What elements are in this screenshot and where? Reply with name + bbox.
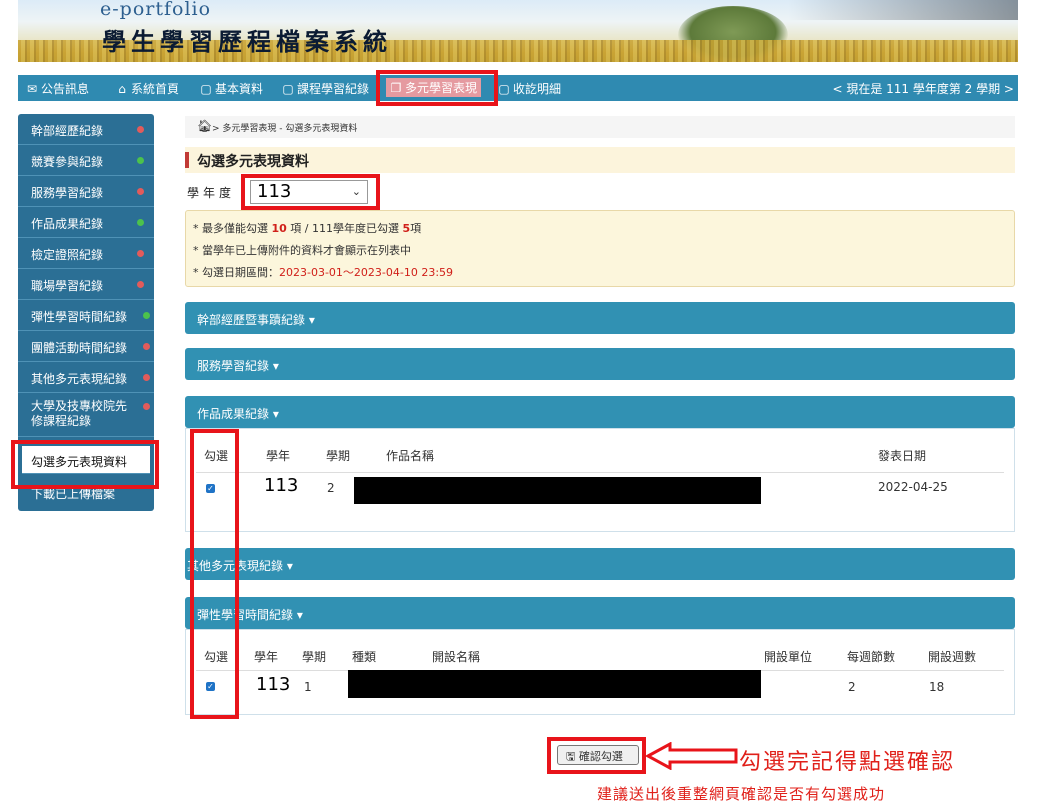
row-weekly: 2 — [848, 680, 856, 694]
status-dot — [143, 374, 150, 381]
sidebar-item-competition[interactable]: 競賽參與紀錄 — [18, 145, 154, 176]
panel-works[interactable]: 作品成果紀錄 ▾ — [185, 396, 1015, 428]
file-icon: ▢ — [498, 82, 510, 96]
works-table: 勾選 學年 學期 作品名稱 發表日期 ✓ 113 2 2022-04-25 — [185, 428, 1015, 532]
nav-announcements[interactable]: ✉ 公告訊息 — [26, 80, 89, 97]
nav-home[interactable]: ⌂ 系統首頁 — [116, 80, 179, 97]
megaphone-icon: ✉ — [26, 82, 38, 96]
page-title-bar: 勾選多元表現資料 — [185, 147, 1015, 173]
col-header-unit: 開設單位 — [764, 650, 813, 664]
status-dot — [137, 250, 144, 257]
col-header-term: 學期 — [302, 650, 327, 664]
status-dot — [137, 281, 144, 288]
highlight-checkboxes — [190, 429, 239, 719]
banner-sky — [788, 0, 1018, 20]
row-year: 113 — [256, 674, 291, 695]
panel-service[interactable]: 服務學習紀錄 ▾ — [185, 348, 1015, 380]
nav-basic-info[interactable]: ▢ 基本資料 — [200, 80, 263, 97]
home-icon: ⌂ — [118, 82, 126, 96]
annotation-tip: 建議送出後重整網頁確認是否有勾選成功 — [597, 785, 886, 803]
divider — [196, 472, 1004, 473]
status-dot — [137, 188, 144, 195]
col-header-course-name: 開設名稱 — [432, 650, 481, 664]
panel-leadership[interactable]: 幹部經歷暨事蹟紀錄 ▾ — [185, 302, 1015, 334]
col-header-work-name: 作品名稱 — [386, 449, 435, 463]
status-dot — [143, 312, 150, 319]
notice-box: * 最多僅能勾選 10 項 / 111學年度已勾選 5項 * 當學年已上傳附件的… — [185, 210, 1015, 287]
sidebar-item-service[interactable]: 服務學習紀錄 — [18, 176, 154, 207]
arrow-left-icon — [646, 742, 738, 770]
row-term: 1 — [304, 680, 312, 694]
notice-limit: * 最多僅能勾選 10 項 / 111學年度已勾選 5項 — [193, 222, 422, 235]
col-header-date: 發表日期 — [878, 449, 927, 463]
panel-flex-learning[interactable]: 彈性學習時間紀錄 ▾ — [185, 597, 1015, 629]
col-header-type: 種類 — [352, 650, 377, 664]
redacted-course-info — [348, 670, 761, 698]
nav-course-records[interactable]: ▢ 課程學習紀錄 — [282, 80, 369, 97]
banner: e-portfolio 學生學習歷程檔案系統 — [18, 0, 1018, 62]
notice-date-range: * 勾選日期區間：2023-03-01～2023-04-10 23:59 — [193, 266, 454, 279]
top-nav: ✉ 公告訊息 ⌂ 系統首頁 ▢ 基本資料 ▢ 課程學習紀錄 ❐ 多元學習表現 ▢ 收訖明細 … — [18, 75, 1018, 101]
sidebar-item-advanced-courses[interactable]: 大學及技專校院先 修課程紀錄 — [18, 393, 154, 437]
highlight-confirm — [547, 737, 646, 774]
highlight-year — [241, 174, 380, 210]
nav-receipts[interactable]: ▢ 收訖明細 — [498, 80, 561, 97]
breadcrumb: 🏠︎ > 多元學習表現 - 勾選多元表現資料 — [185, 116, 1015, 138]
current-term: < 現在是 111 學年度第 2 學期 > — [832, 82, 1014, 96]
title-accent — [185, 152, 189, 168]
status-dot — [137, 126, 144, 133]
sidebar-item-group-activity[interactable]: 團體活動時間紀錄 — [18, 331, 154, 362]
col-header-year: 學年 — [266, 449, 291, 463]
year-label: 學年度 — [187, 186, 236, 200]
sidebar-item-leadership[interactable]: 幹部經歷紀錄 — [18, 114, 154, 145]
annotation-note: 勾選完記得點選確認 — [739, 750, 956, 775]
col-header-weekly: 每週節數 — [847, 650, 896, 664]
panel-other[interactable]: 其他多元表現紀錄 ▾ — [185, 548, 1015, 580]
row-date: 2022-04-25 — [878, 480, 948, 494]
status-dot — [137, 219, 144, 226]
home-icon[interactable]: 🏠︎ — [197, 119, 212, 133]
sidebar-item-flex-learning[interactable]: 彈性學習時間紀錄 — [18, 300, 154, 331]
flex-table: 勾選 學年 學期 種類 開設名稱 開設單位 每週節數 開設週數 ✓ 113 1 … — [185, 629, 1015, 715]
highlight-nav — [376, 70, 498, 106]
notice-attachment: * 當學年已上傳附件的資料才會顯示在列表中 — [193, 244, 411, 257]
sidebar-item-workplace[interactable]: 職場學習紀錄 — [18, 269, 154, 300]
redacted-work-name — [354, 477, 761, 504]
col-header-weeks: 開設週數 — [928, 650, 977, 664]
status-dot — [143, 403, 150, 410]
row-term: 2 — [327, 481, 335, 495]
file-icon: ▢ — [282, 82, 294, 96]
file-icon: ▢ — [200, 82, 212, 96]
row-weeks: 18 — [929, 680, 945, 694]
highlight-sidebar — [11, 440, 159, 489]
sidebar-item-certificates[interactable]: 檢定證照紀錄 — [18, 238, 154, 269]
row-year: 113 — [264, 475, 299, 496]
col-header-term: 學期 — [326, 449, 351, 463]
col-header-year: 學年 — [254, 650, 279, 664]
sidebar-item-works[interactable]: 作品成果紀錄 — [18, 207, 154, 238]
brand-title: 學生學習歷程檔案系統 — [102, 27, 392, 56]
page-title: 勾選多元表現資料 — [197, 154, 309, 170]
brand-english: e-portfolio — [100, 0, 212, 20]
status-dot — [143, 343, 150, 350]
sidebar-item-other[interactable]: 其他多元表現紀錄 — [18, 362, 154, 393]
status-dot — [137, 157, 144, 164]
